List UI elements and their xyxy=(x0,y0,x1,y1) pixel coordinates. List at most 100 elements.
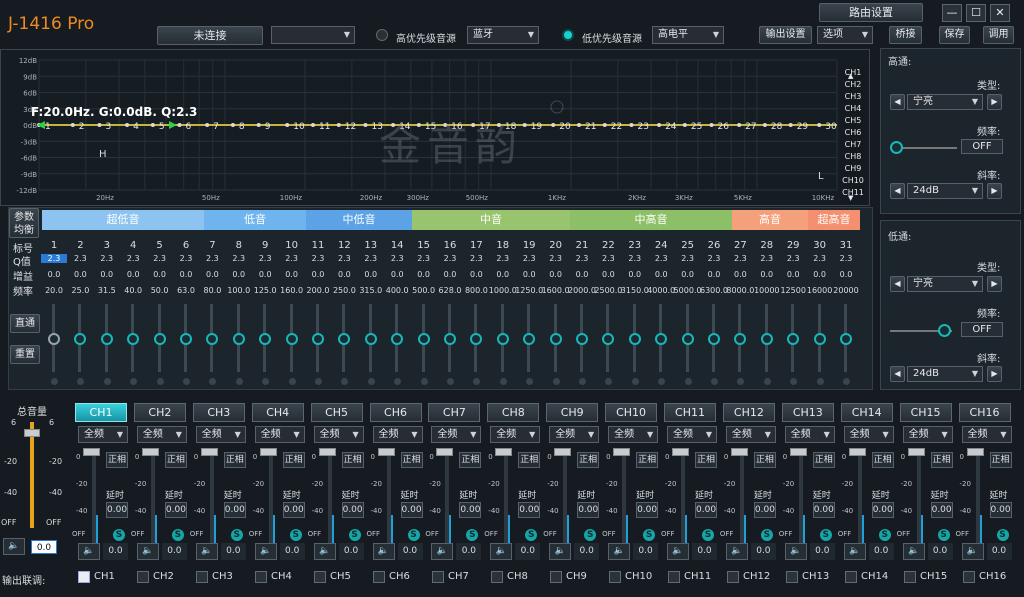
eq-point[interactable] xyxy=(602,123,607,127)
lowpass-freq-handle[interactable] xyxy=(938,324,951,337)
speaker-icon[interactable]: 🔈 xyxy=(667,543,689,560)
eq-gain-handle[interactable] xyxy=(602,333,615,345)
channel-tab[interactable]: CH8 xyxy=(487,403,540,422)
eq-gain-handle[interactable] xyxy=(100,333,113,345)
eq-point[interactable] xyxy=(682,123,687,127)
eq-gain-value[interactable]: 0.0 xyxy=(595,270,621,279)
eq-gain-handle[interactable] xyxy=(153,333,166,345)
eq-q-value[interactable]: 2.3 xyxy=(490,254,516,263)
channel-volume-value[interactable]: 0.0 xyxy=(220,543,246,560)
channel-delay-value[interactable]: 0.00 xyxy=(164,502,187,518)
eq-gain-value[interactable]: 0.0 xyxy=(833,270,859,279)
channel-volume-handle[interactable] xyxy=(672,448,689,456)
channel-mode-select[interactable]: 全频 ▼ xyxy=(902,426,953,443)
channel-tab[interactable]: CH10 xyxy=(605,403,658,422)
channel-delay-value[interactable]: 0.00 xyxy=(223,502,246,518)
channel-delay-value[interactable]: 0.00 xyxy=(871,502,894,518)
link-checkbox[interactable] xyxy=(550,571,562,583)
eq-q-value[interactable]: 2.3 xyxy=(833,254,859,263)
eq-gain-handle[interactable] xyxy=(391,333,404,345)
channel-mode-select[interactable]: 全频 ▼ xyxy=(136,426,187,443)
channel-s-icon[interactable]: S xyxy=(878,529,891,541)
channel-phase-button[interactable]: 正相 xyxy=(164,452,187,468)
channel-s-icon[interactable]: S xyxy=(760,529,773,541)
channel-volume-handle[interactable] xyxy=(554,448,572,456)
channel-s-icon[interactable]: S xyxy=(230,529,243,541)
channel-volume-value[interactable]: 0.0 xyxy=(515,543,541,560)
eq-q-value[interactable]: 2.3 xyxy=(463,254,489,263)
channel-delay-value[interactable]: 0.00 xyxy=(636,502,659,518)
eq-gain-value[interactable]: 0.0 xyxy=(754,270,780,279)
highpass-type-prev-icon[interactable]: ◀ xyxy=(890,94,905,110)
eq-q-value[interactable]: 2.3 xyxy=(67,254,93,263)
eq-point[interactable] xyxy=(336,123,341,127)
eq-q-value[interactable]: 2.3 xyxy=(384,254,410,263)
eq-gain-handle[interactable] xyxy=(787,333,800,345)
eq-gain-value[interactable]: 0.0 xyxy=(727,270,753,279)
eq-q-value[interactable]: 2.3 xyxy=(252,254,278,263)
channel-delay-value[interactable]: 0.00 xyxy=(695,502,717,518)
highpass-freq-value[interactable]: OFF xyxy=(961,139,1003,154)
eq-gain-value[interactable]: 0.0 xyxy=(279,270,305,279)
lowpass-slope-select[interactable]: 24dB ▼ xyxy=(907,366,983,382)
eq-gain-value[interactable]: 0.0 xyxy=(226,270,252,279)
channel-volume-handle[interactable] xyxy=(141,448,159,456)
channel-mode-select[interactable]: 全频 ▼ xyxy=(725,426,776,443)
channel-s-icon[interactable]: S xyxy=(702,529,714,541)
highpass-freq-slider[interactable] xyxy=(895,147,957,149)
channel-tab[interactable]: CH2 xyxy=(133,403,186,422)
channel-volume-handle[interactable] xyxy=(495,448,513,456)
channel-volume-value[interactable]: 0.0 xyxy=(338,543,364,560)
eq-gain-handle[interactable] xyxy=(496,333,509,345)
eq-q-value[interactable]: 2.3 xyxy=(331,254,357,263)
eq-gain-handle[interactable] xyxy=(206,333,219,345)
link-checkbox[interactable] xyxy=(432,571,444,583)
channel-delay-value[interactable]: 0.00 xyxy=(989,502,1012,518)
maximize-button[interactable]: ☐ xyxy=(966,4,986,22)
channel-volume-value[interactable]: 0.0 xyxy=(103,543,128,560)
save-button[interactable]: 保存 xyxy=(939,26,970,44)
channel-tab[interactable]: CH12 xyxy=(722,403,775,422)
eq-gain-handle[interactable] xyxy=(760,333,773,345)
channel-s-icon[interactable]: S xyxy=(113,529,125,541)
eq-gain-handle[interactable] xyxy=(813,333,826,345)
channel-volume-value[interactable]: 0.0 xyxy=(927,543,953,560)
eq-gain-handle[interactable] xyxy=(127,333,140,345)
channel-volume-value[interactable]: 0.0 xyxy=(574,543,600,560)
channel-volume-value[interactable]: 0.0 xyxy=(692,543,717,560)
channel-phase-button[interactable]: 正相 xyxy=(812,452,835,468)
channel-tab[interactable]: CH1 xyxy=(75,403,127,422)
channel-volume-handle[interactable] xyxy=(436,448,454,456)
channel-volume-value[interactable]: 0.0 xyxy=(161,543,187,560)
eq-gain-value[interactable]: 0.0 xyxy=(358,270,384,279)
channel-phase-button[interactable]: 正相 xyxy=(282,452,305,468)
eq-q-value[interactable]: 2.3 xyxy=(173,254,199,263)
chevron-down-icon[interactable]: ▼ xyxy=(848,194,853,202)
eq-gain-value[interactable]: 0.0 xyxy=(94,270,120,279)
master-volume-track[interactable] xyxy=(30,422,34,528)
eq-gain-value[interactable]: 0.0 xyxy=(41,270,67,279)
channel-mode-select[interactable]: 全频 ▼ xyxy=(78,426,128,443)
channel-mode-select[interactable]: 全频 ▼ xyxy=(490,426,541,443)
eq-point[interactable] xyxy=(177,123,182,127)
channel-volume-handle[interactable] xyxy=(966,448,984,456)
eq-gain-value[interactable]: 0.0 xyxy=(384,270,410,279)
channel-tab[interactable]: CH3 xyxy=(192,403,245,422)
channel-phase-button[interactable]: 正相 xyxy=(106,452,128,468)
channel-tab[interactable]: CH4 xyxy=(251,403,304,422)
graph-channel-item[interactable]: CH9 xyxy=(840,164,866,173)
graph-channel-item[interactable]: CH5 xyxy=(840,116,866,125)
eq-gain-handle[interactable] xyxy=(470,333,483,345)
eq-point[interactable] xyxy=(97,123,102,127)
eq-gain-handle[interactable] xyxy=(338,333,351,345)
high-priority-radio[interactable] xyxy=(376,29,388,41)
lowpass-slope-next-icon[interactable]: ▶ xyxy=(987,366,1002,382)
eq-point[interactable] xyxy=(311,123,315,127)
low-priority-select[interactable]: 高电平 ▼ xyxy=(652,26,724,44)
eq-gain-handle[interactable] xyxy=(48,333,60,345)
eq-q-value[interactable]: 2.3 xyxy=(411,254,437,263)
eq-point[interactable] xyxy=(551,123,556,127)
eq-gain-value[interactable]: 0.0 xyxy=(516,270,542,279)
link-checkbox[interactable] xyxy=(314,571,326,583)
eq-freq-value[interactable]: 20000 xyxy=(831,286,861,295)
